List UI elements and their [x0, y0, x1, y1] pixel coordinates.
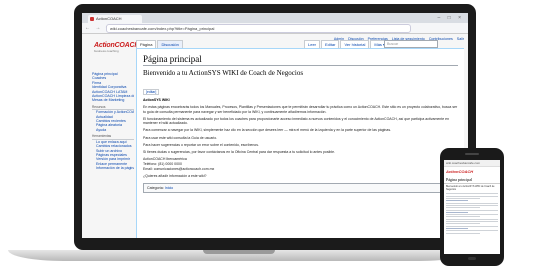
- favicon-icon: [90, 17, 94, 21]
- mobile-text-line: [446, 230, 498, 232]
- phone-screen: wiki.coachesbancafe.com ActionCOACH Pági…: [444, 160, 500, 254]
- page-title: Página principal: [143, 54, 458, 66]
- contact-email[interactable]: Email: comunicaciones@actioncoach.com.mx: [143, 167, 458, 172]
- mobile-text-line: [446, 195, 498, 197]
- mobile-text-line: [446, 214, 498, 216]
- mobile-text-line: [446, 216, 480, 218]
- edit-section-link[interactable]: [editar]: [143, 89, 160, 95]
- category-link[interactable]: Inicio: [165, 186, 173, 190]
- view-tabs: Leer Editar Ver historial Más ▾: [304, 40, 390, 48]
- mobile-heading: Bienvenido a tu ActionSYS WIKI de Coach …: [446, 185, 495, 192]
- wiki-page: ActionCOACH business coaching Admin Disc…: [82, 34, 468, 238]
- logo-text: ActionCOACH: [94, 42, 140, 49]
- tab-history[interactable]: Ver historial: [340, 40, 370, 48]
- sidebar-item-page-info[interactable]: Información de la página: [92, 166, 134, 170]
- mobile-text-line: [446, 221, 498, 223]
- laptop-notch: [203, 250, 275, 254]
- logo-subtitle: business coaching: [94, 49, 119, 53]
- mobile-page-title: Página principal: [444, 176, 500, 184]
- lead-label: ActionSYS WIKI: [143, 98, 170, 102]
- namespace-tabs: Página Discusión: [136, 40, 184, 48]
- tab-page[interactable]: Página: [136, 40, 157, 48]
- url-input[interactable]: wiki.coachesbancafe.com/index.php?title=…: [106, 24, 411, 33]
- mobile-text-line: [446, 207, 480, 209]
- phone-speaker: [465, 153, 479, 155]
- contact-block: ActionCOACH Iberoamérica Teléfono: (81) …: [143, 157, 458, 171]
- mobile-link-line: [446, 200, 469, 202]
- paragraph-contact: Si tienes dudas o sugerencias, por favor…: [143, 149, 336, 154]
- browser-tab[interactable]: ActionCOACH: [88, 15, 142, 23]
- sidebar-item-help[interactable]: Ayuda: [92, 128, 134, 132]
- phone-home-button[interactable]: [468, 257, 476, 260]
- tab-discussion[interactable]: Discusión: [157, 40, 183, 48]
- mobile-text-line: [446, 209, 498, 211]
- mobile-text-line: [446, 202, 498, 204]
- mobile-text-line: [446, 223, 480, 225]
- search-input[interactable]: Buscar: [384, 40, 438, 48]
- mobile-text-line: [446, 193, 498, 195]
- mobile-text-line: [446, 204, 498, 206]
- mobile-logo[interactable]: ActionCOACH: [444, 167, 500, 176]
- paragraph-navigation: Para comenzar a navegar por la WIKI, sim…: [143, 128, 392, 133]
- category-box: Categoría: Inicio: [143, 182, 451, 193]
- browser-window: ActionCOACH – □ × ← → ⟳ wiki.coachesbanc…: [82, 13, 468, 238]
- laptop-screen-bezel: ActionCOACH – □ × ← → ⟳ wiki.coachesbanc…: [74, 4, 476, 250]
- phone-device: wiki.coachesbancafe.com ActionCOACH Pági…: [440, 148, 504, 266]
- tab-title: ActionCOACH: [96, 16, 122, 21]
- paragraph-suggestions: Para hacer sugerencias o reportar un err…: [143, 142, 259, 147]
- sidebar-item-marketing[interactable]: Mesas de Marketing: [92, 98, 134, 102]
- section-heading: Bienvenido a tu ActionSYS WIKI de Coach …: [143, 69, 304, 77]
- mobile-text-line: [446, 232, 480, 234]
- tab-read[interactable]: Leer: [304, 40, 321, 48]
- sidebar: Página principal Coaches Firma Identidad…: [92, 72, 134, 171]
- mobile-link-line: [446, 227, 469, 229]
- category-label: Categoría:: [147, 185, 164, 190]
- mobile-text-line: [446, 198, 480, 200]
- mobile-url-bar[interactable]: wiki.coachesbancafe.com: [444, 160, 500, 167]
- window-controls[interactable]: – □ ×: [438, 15, 465, 21]
- sidebar-item-related-changes[interactable]: Cambios relacionados: [92, 144, 134, 148]
- mobile-link-line: [446, 211, 469, 213]
- paragraph-intro: En estas páginas encontrarás todos los M…: [143, 105, 458, 114]
- site-logo[interactable]: ActionCOACH business coaching: [94, 42, 139, 53]
- main-content: Página principal Bienvenido a tu ActionS…: [136, 48, 464, 238]
- paragraph-user-guide: Para usar este wiki consulta la Guía de …: [143, 135, 218, 140]
- tab-edit[interactable]: Editar: [321, 40, 340, 48]
- personal-link-logout[interactable]: Salir: [457, 37, 464, 41]
- address-bar: ← → ⟳ wiki.coachesbancafe.com/index.php?…: [82, 23, 468, 34]
- paragraph-add-info: ¿Quieres añadir información a este wiki?: [143, 174, 207, 179]
- mobile-text-line: [446, 218, 498, 220]
- paragraph-collaborative: El funcionamiento del sistema es actuali…: [143, 116, 450, 126]
- browser-tab-bar: ActionCOACH – □ ×: [82, 13, 468, 23]
- mobile-text-line: [446, 225, 498, 227]
- sidebar-item-training[interactable]: Formación y ActionCOACH: [92, 110, 134, 114]
